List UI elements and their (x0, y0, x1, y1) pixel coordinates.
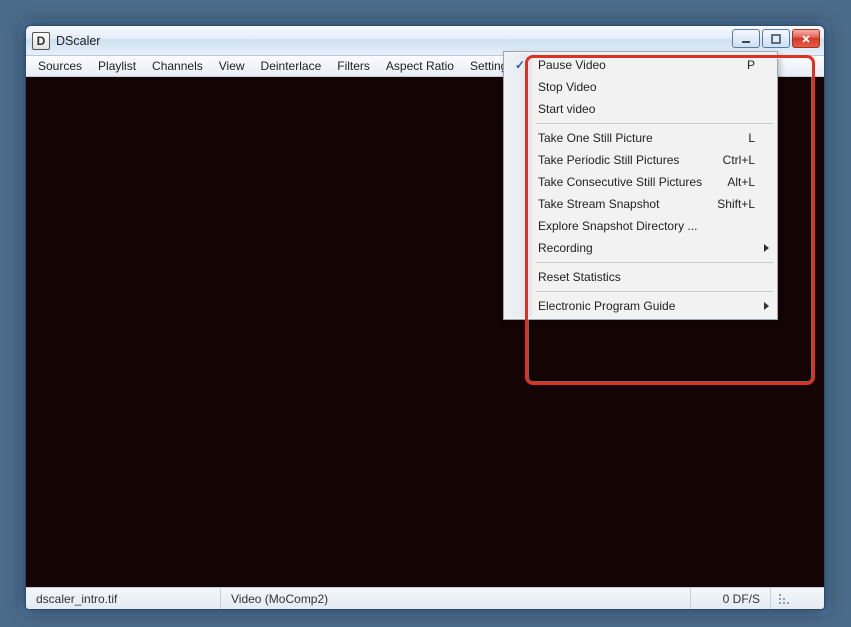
check-icon: ✓ (512, 58, 528, 72)
menu-item-electronic-program-guide[interactable]: Electronic Program Guide (506, 295, 775, 317)
app-icon: D (32, 32, 50, 50)
menu-view[interactable]: View (211, 56, 253, 76)
submenu-arrow-icon (764, 244, 769, 252)
menu-channels[interactable]: Channels (144, 56, 211, 76)
status-codec: Video (MoComp2) (221, 588, 691, 609)
menu-item-start-video[interactable]: Start video (506, 98, 775, 120)
menu-deinterlace[interactable]: Deinterlace (253, 56, 330, 76)
menu-separator (536, 291, 773, 292)
actions-menu: ✓ Pause Video P Stop Video Start video Take O… (503, 51, 778, 320)
menu-item-recording[interactable]: Recording (506, 237, 775, 259)
resize-grip[interactable] (771, 591, 793, 607)
menu-item-label: Take Stream Snapshot (538, 197, 659, 211)
menu-item-shortcut: L (748, 131, 755, 145)
status-dfs: 0 DF/S (691, 588, 771, 609)
menu-playlist[interactable]: Playlist (90, 56, 144, 76)
menu-item-shortcut: Ctrl+L (723, 153, 755, 167)
menu-item-shortcut: Alt+L (727, 175, 755, 189)
close-button[interactable] (792, 29, 820, 48)
menu-item-label: Pause Video (538, 58, 606, 72)
menu-item-label: Take Periodic Still Pictures (538, 153, 679, 167)
menu-item-shortcut: Shift+L (717, 197, 755, 211)
menu-item-take-stream-snapshot[interactable]: Take Stream Snapshot Shift+L (506, 193, 775, 215)
menu-item-take-periodic-still-pictures[interactable]: Take Periodic Still Pictures Ctrl+L (506, 149, 775, 171)
menu-item-label: Take One Still Picture (538, 131, 653, 145)
menu-item-label: Explore Snapshot Directory ... (538, 219, 697, 233)
menu-item-label: Electronic Program Guide (538, 299, 675, 313)
menu-item-take-consecutive-still-pictures[interactable]: Take Consecutive Still Pictures Alt+L (506, 171, 775, 193)
window-title: DScaler (56, 34, 100, 48)
minimize-button[interactable] (732, 29, 760, 48)
menu-item-label: Recording (538, 241, 593, 255)
status-file: dscaler_intro.tif (26, 588, 221, 609)
menu-item-explore-snapshot-directory[interactable]: Explore Snapshot Directory ... (506, 215, 775, 237)
menu-filters[interactable]: Filters (329, 56, 378, 76)
menu-sources[interactable]: Sources (30, 56, 90, 76)
status-bar: dscaler_intro.tif Video (MoComp2) 0 DF/S (26, 587, 824, 609)
menu-item-label: Stop Video (538, 80, 597, 94)
menu-item-stop-video[interactable]: Stop Video (506, 76, 775, 98)
menu-separator (536, 262, 773, 263)
menu-item-reset-statistics[interactable]: Reset Statistics (506, 266, 775, 288)
submenu-arrow-icon (764, 302, 769, 310)
menu-item-label: Reset Statistics (538, 270, 621, 284)
menu-aspect-ratio[interactable]: Aspect Ratio (378, 56, 462, 76)
maximize-button[interactable] (762, 29, 790, 48)
menu-separator (536, 123, 773, 124)
window-controls (732, 29, 820, 48)
menu-item-pause-video[interactable]: ✓ Pause Video P (506, 54, 775, 76)
menu-item-shortcut: P (747, 58, 755, 72)
menu-item-take-one-still-picture[interactable]: Take One Still Picture L (506, 127, 775, 149)
menu-item-label: Take Consecutive Still Pictures (538, 175, 702, 189)
menu-item-label: Start video (538, 102, 595, 116)
